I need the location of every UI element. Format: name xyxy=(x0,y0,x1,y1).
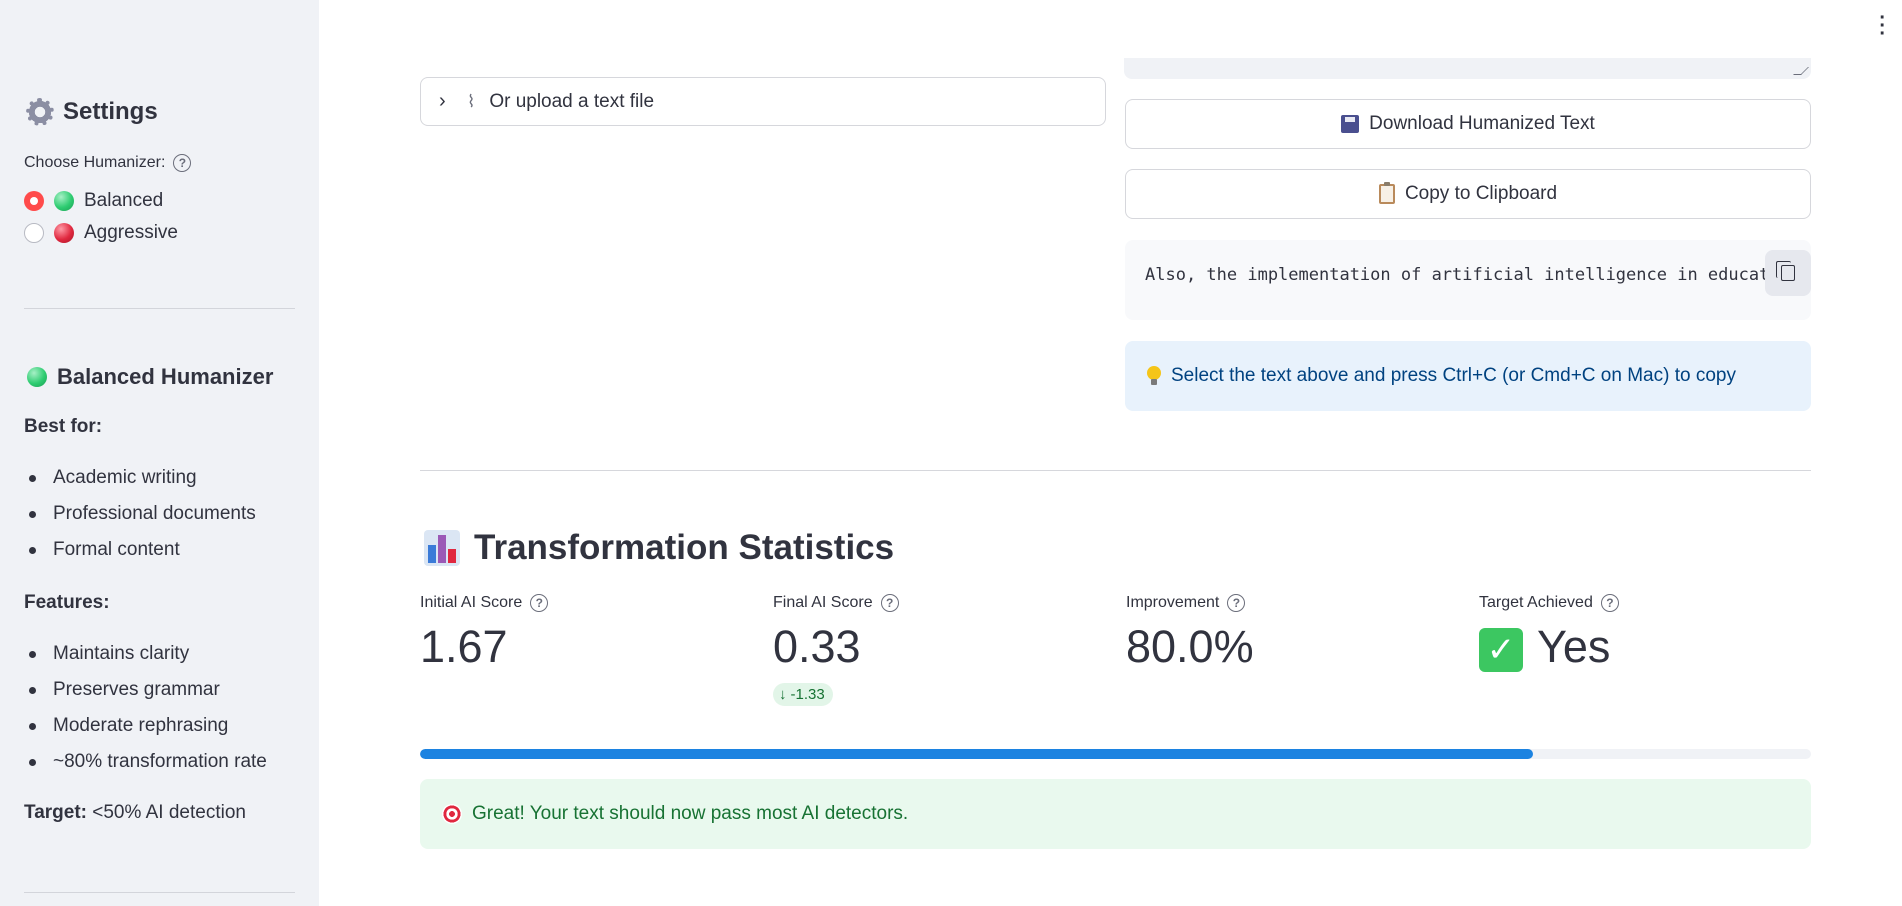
lightbulb-icon xyxy=(1147,366,1161,386)
success-alert-text: Great! Your text should now pass most AI… xyxy=(472,803,909,824)
main-menu-icon[interactable]: · · · xyxy=(1879,8,1886,44)
copy-to-clipboard-button[interactable]: Copy to Clipboard xyxy=(1125,169,1811,219)
download-button[interactable]: Download Humanized Text xyxy=(1125,99,1811,149)
floppy-disk-icon xyxy=(1341,115,1360,133)
metric-label: Final AI Score ? xyxy=(773,594,899,612)
help-icon[interactable]: ? xyxy=(1600,594,1619,612)
choose-humanizer-text: Choose Humanizer: xyxy=(24,154,166,171)
code-text[interactable]: Also, the implementation of artificial i… xyxy=(1145,265,1800,285)
metric-improvement: Improvement ? 80.0% xyxy=(1126,594,1254,669)
metric-value-text: Yes xyxy=(1537,621,1611,672)
list-item: Preserves grammar xyxy=(24,672,267,708)
progress-bar xyxy=(420,749,1811,759)
help-icon[interactable]: ? xyxy=(1227,594,1246,612)
humanizer-section-title: Balanced Humanizer xyxy=(27,364,273,390)
code-copy-button[interactable] xyxy=(1765,250,1811,296)
sidebar-divider xyxy=(24,308,295,309)
output-textarea[interactable] xyxy=(1124,58,1811,79)
green-circle-icon xyxy=(27,367,47,387)
best-for-label: Best for: xyxy=(24,416,103,437)
choose-humanizer-label: Choose Humanizer: ? xyxy=(24,154,192,172)
download-button-label[interactable]: Download Humanized Text xyxy=(1369,113,1595,135)
upload-expander[interactable]: › ⌇ Or upload a text file xyxy=(420,77,1106,126)
target-label: Target: xyxy=(24,802,87,823)
sidebar: Settings Choose Humanizer: ? Balanced Ag… xyxy=(0,0,319,906)
arrow-down-icon: ↓ xyxy=(779,686,787,703)
radio-button[interactable] xyxy=(24,223,44,243)
sidebar-title: Settings xyxy=(26,98,158,126)
metric-initial-ai-score: Initial AI Score ? 1.67 xyxy=(420,594,549,672)
best-for-list: Academic writing Professional documents … xyxy=(24,460,256,568)
list-item: Formal content xyxy=(24,532,256,568)
info-alert: Select the text above and press Ctrl+C (… xyxy=(1125,341,1811,411)
metric-label: Improvement ? xyxy=(1126,594,1254,612)
help-icon[interactable]: ? xyxy=(880,594,899,612)
help-icon[interactable]: ? xyxy=(173,154,192,172)
metric-label-text: Final AI Score xyxy=(773,594,873,611)
green-circle-icon xyxy=(54,191,74,211)
metric-target-achieved: Target Achieved ? ✓ Yes xyxy=(1479,594,1619,673)
metric-label: Target Achieved ? xyxy=(1479,594,1619,612)
features-label: Features: xyxy=(24,592,110,613)
list-item: ~80% transformation rate xyxy=(24,744,267,780)
metric-delta-badge: ↓ -1.33 xyxy=(773,683,833,706)
metric-label-text: Improvement xyxy=(1126,594,1220,611)
copy-button-label[interactable]: Copy to Clipboard xyxy=(1405,183,1557,205)
metric-value: 1.67 xyxy=(420,621,508,672)
list-item: Academic writing xyxy=(24,460,256,496)
stats-title-text: Transformation Statistics xyxy=(474,528,895,567)
target-value: <50% AI detection xyxy=(92,802,246,823)
metric-value: 80.0% xyxy=(1126,621,1254,672)
clipboard-icon xyxy=(1378,182,1395,204)
radio-aggressive[interactable]: Aggressive xyxy=(24,222,178,244)
stats-title: Transformation Statistics xyxy=(424,528,894,568)
target-line: Target: <50% AI detection xyxy=(24,802,246,824)
radio-button-selected[interactable] xyxy=(24,191,44,211)
list-item: Professional documents xyxy=(24,496,256,532)
gear-icon xyxy=(26,98,54,126)
bar-chart-icon xyxy=(424,530,460,566)
info-alert-text: Select the text above and press Ctrl+C (… xyxy=(1171,365,1736,386)
features-list: Maintains clarity Preserves grammar Mode… xyxy=(24,636,267,780)
upload-expander-label[interactable]: Or upload a text file xyxy=(489,91,654,113)
humanizer-section-title-text: Balanced Humanizer xyxy=(57,364,274,389)
copy-icon xyxy=(1776,261,1795,281)
metric-value: 0.33 xyxy=(773,621,861,672)
radio-aggressive-label[interactable]: Aggressive xyxy=(84,222,178,244)
resize-handle-icon[interactable] xyxy=(1793,67,1809,75)
paperclip-icon: ⌇ xyxy=(467,91,476,111)
metric-label: Initial AI Score ? xyxy=(420,594,549,612)
check-mark-icon: ✓ xyxy=(1479,628,1523,673)
chevron-right-icon: › xyxy=(439,90,446,112)
target-icon xyxy=(442,804,462,824)
radio-balanced-label[interactable]: Balanced xyxy=(84,190,163,212)
radio-balanced[interactable]: Balanced xyxy=(24,190,163,212)
metric-delta-text: -1.33 xyxy=(790,686,825,703)
section-divider xyxy=(420,470,1811,471)
metric-label-text: Initial AI Score xyxy=(420,594,523,611)
metric-value: ✓ Yes xyxy=(1479,621,1619,673)
list-item: Maintains clarity xyxy=(24,636,267,672)
success-alert: Great! Your text should now pass most AI… xyxy=(420,779,1811,849)
red-circle-icon xyxy=(54,223,74,243)
progress-bar-fill xyxy=(420,749,1533,759)
sidebar-title-text: Settings xyxy=(63,98,158,125)
list-item: Moderate rephrasing xyxy=(24,708,267,744)
metric-label-text: Target Achieved xyxy=(1479,594,1593,611)
metric-final-ai-score: Final AI Score ? 0.33 ↓ -1.33 xyxy=(773,594,899,706)
help-icon[interactable]: ? xyxy=(530,594,549,612)
code-block[interactable]: Also, the implementation of artificial i… xyxy=(1125,240,1811,320)
sidebar-divider xyxy=(24,892,295,893)
